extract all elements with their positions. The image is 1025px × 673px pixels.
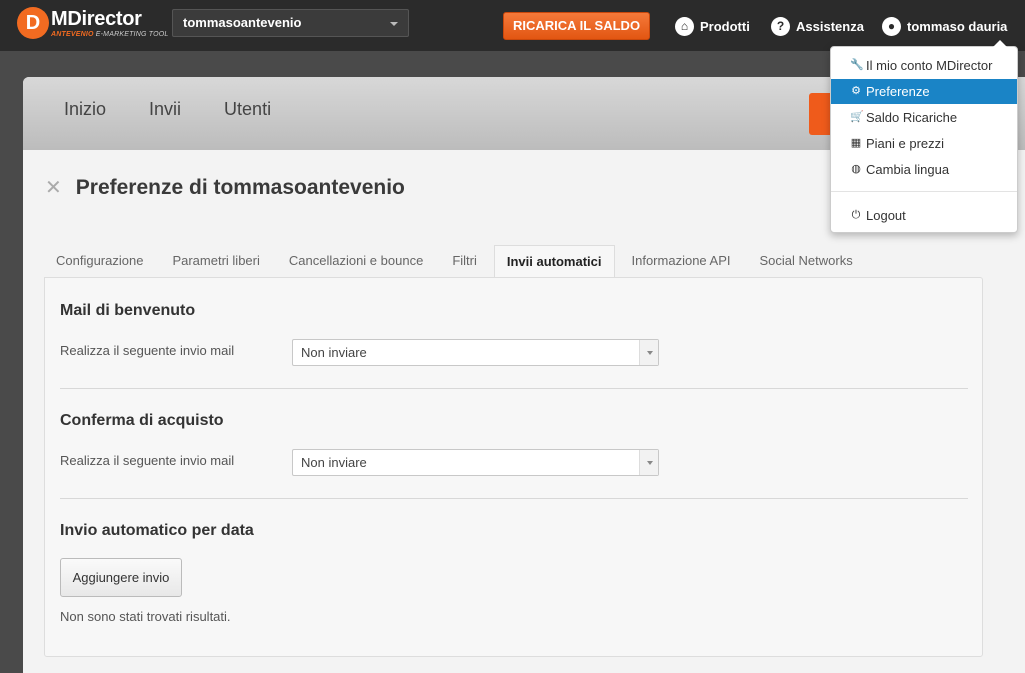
nav-item-invii[interactable]: Invii	[149, 99, 181, 120]
help-link[interactable]: ? Assistenza	[771, 16, 864, 36]
tab-panel-invii-automatici: Mail di benvenuto Realizza il seguente i…	[44, 277, 983, 657]
section-divider	[60, 498, 968, 499]
mdirector-logo[interactable]: D MDirector ANTEVENIO E-MARKETING TOOL	[17, 6, 168, 46]
tab-parametri-liberi[interactable]: Parametri liberi	[160, 245, 271, 278]
nav-item-inizio[interactable]: Inizio	[64, 99, 106, 120]
chevron-down-icon	[390, 22, 398, 26]
wrench-icon: 🔧	[850, 59, 864, 71]
menu-item-logout[interactable]: ⏻ Logout	[831, 203, 1017, 228]
question-icon: ?	[771, 16, 790, 36]
help-label: Assistenza	[796, 18, 864, 34]
power-icon: ⏻	[851, 209, 861, 221]
purchase-confirmation-select-value: Non inviare	[301, 455, 367, 470]
user-label: tommaso dauria	[907, 18, 1008, 34]
menu-item-balance[interactable]: 🛒 Saldo Ricariche	[831, 105, 1017, 130]
menu-item-label: Preferenze	[866, 84, 930, 99]
menu-item-plans[interactable]: ▦ Piani e prezzi	[831, 131, 1017, 156]
main-nav: Inizio Invii Utenti	[64, 99, 314, 120]
menu-item-label: Piani e prezzi	[866, 136, 945, 151]
menu-item-preferences[interactable]: ⚙ Preferenze	[831, 79, 1017, 104]
purchase-confirmation-field-label: Realizza il seguente invio mail	[60, 453, 235, 468]
cart-icon: 🛒	[850, 111, 864, 123]
logo-tagline: ANTEVENIO E-MARKETING TOOL	[51, 31, 168, 38]
menu-item-label: Logout	[866, 208, 906, 223]
section-divider	[60, 388, 968, 389]
page-title-row: ✕ Preferenze di tommasoantevenio	[45, 175, 405, 200]
purchase-confirmation-select[interactable]: Non inviare	[292, 449, 659, 476]
logo-tagline-rest: E-MARKETING TOOL	[93, 31, 169, 38]
tab-cancellazioni-bounce[interactable]: Cancellazioni e bounce	[277, 245, 435, 278]
menu-item-label: Saldo Ricariche	[866, 110, 958, 125]
logo-mark: D	[17, 7, 49, 39]
grid-icon: ▦	[850, 137, 862, 149]
tab-bar: Configurazione Parametri liberi Cancella…	[44, 245, 870, 278]
tab-filtri[interactable]: Filtri	[440, 245, 489, 278]
welcome-mail-select-value: Non inviare	[301, 345, 367, 360]
menu-item-label: Cambia lingua	[866, 162, 950, 177]
products-label: Prodotti	[700, 18, 750, 34]
user-menu-toggle[interactable]: ● tommaso dauria	[882, 16, 1007, 36]
tab-configurazione[interactable]: Configurazione	[44, 245, 155, 278]
logo-name: MDirector	[51, 8, 142, 30]
home-icon: ⌂	[675, 16, 694, 36]
section-title-purchase-confirmation: Conferma di acquisto	[60, 412, 224, 429]
menu-item-language[interactable]: ◍ Cambia lingua	[831, 157, 1017, 182]
top-bar: D MDirector ANTEVENIO E-MARKETING TOOL t…	[0, 0, 1025, 51]
empty-results-text: Non sono stati trovati risultati.	[60, 609, 231, 624]
logo-tagline-brand: ANTEVENIO	[51, 31, 94, 38]
recharge-balance-button[interactable]: RICARICA IL SALDO	[503, 12, 650, 40]
chevron-down-icon	[639, 340, 658, 365]
nav-item-utenti[interactable]: Utenti	[224, 99, 271, 120]
section-title-welcome-mail: Mail di benvenuto	[60, 302, 196, 319]
tab-invii-automatici[interactable]: Invii automatici	[493, 245, 615, 278]
menu-item-label: Il mio conto MDirector	[866, 58, 993, 73]
tools-icon: ✕	[45, 177, 62, 199]
products-link[interactable]: ⌂ Prodotti	[675, 16, 750, 36]
tab-social-networks[interactable]: Social Networks	[748, 245, 865, 278]
section-title-scheduled-send: Invio automatico per data	[60, 522, 254, 539]
menu-divider	[831, 191, 1017, 192]
welcome-mail-field-label: Realizza il seguente invio mail	[60, 343, 235, 358]
tab-informazione-api[interactable]: Informazione API	[620, 245, 743, 278]
user-dropdown-menu: 🔧 Il mio conto MDirector ⚙ Preferenze 🛒 …	[830, 40, 1018, 233]
welcome-mail-select[interactable]: Non inviare	[292, 339, 659, 366]
account-select[interactable]: tommasoantevenio	[172, 9, 409, 37]
add-send-button[interactable]: Aggiungere invio	[60, 558, 182, 597]
gear-icon: ⚙	[851, 85, 861, 97]
globe-icon: ◍	[851, 163, 861, 175]
page-title: Preferenze di tommasoantevenio	[75, 175, 405, 199]
chevron-down-icon	[639, 450, 658, 475]
account-select-value: tommasoantevenio	[183, 15, 302, 30]
menu-item-my-account[interactable]: 🔧 Il mio conto MDirector	[831, 53, 1017, 78]
user-icon: ●	[882, 16, 901, 36]
